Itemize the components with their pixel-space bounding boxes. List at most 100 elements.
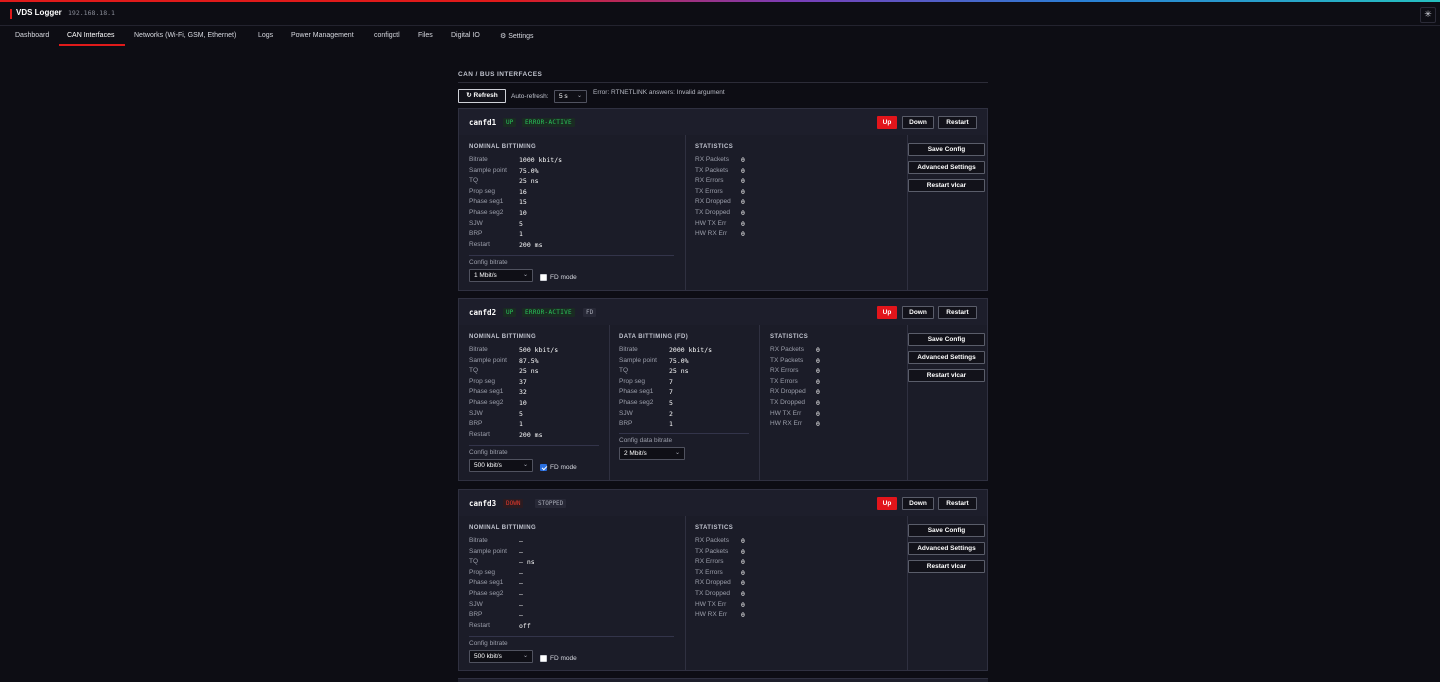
save-config-button[interactable]: Save Config	[908, 143, 985, 156]
tab-files[interactable]: Files	[418, 32, 433, 39]
save-config-button[interactable]: Save Config	[908, 333, 985, 346]
down-button[interactable]: Down	[902, 116, 934, 129]
param-label: Prop seg	[469, 187, 496, 195]
stat-label: HW RX Err	[770, 420, 803, 428]
stat-label: RX Packets	[770, 346, 804, 353]
fd-mode-label: FD mode	[550, 655, 577, 662]
tab-configctl[interactable]: configctl	[374, 32, 400, 39]
stat-label: RX Errors	[770, 367, 799, 375]
restart-button[interactable]: Restart	[938, 497, 977, 510]
stat-value: 0	[741, 600, 745, 609]
stat-value: 0	[741, 187, 745, 196]
param-label: BRP	[469, 230, 483, 238]
stat-row: RX Dropped 0	[695, 579, 815, 590]
restart-vlcar-button[interactable]: Restart vlcar	[908, 179, 985, 192]
config-data-bitrate-select[interactable]: 2 Mbit/s ⌄	[619, 447, 685, 460]
stat-label: TX Dropped	[695, 208, 731, 216]
stat-value: 0	[816, 420, 820, 429]
autorefresh-select[interactable]: 5 s ⌄	[554, 90, 587, 103]
param-row: TQ 25 ns	[469, 177, 669, 188]
tab-can-interfaces[interactable]: CAN Interfaces	[67, 32, 114, 39]
tab-dashboard[interactable]: Dashboard	[15, 32, 49, 39]
stat-label: HW TX Err	[695, 219, 727, 227]
config-bitrate-select[interactable]: 500 kbit/s ⌄	[469, 650, 533, 663]
param-value: 10	[519, 398, 527, 407]
advanced-settings-button[interactable]: Advanced Settings	[908, 542, 985, 555]
param-label: Sample point	[469, 166, 507, 174]
stat-row: TX Packets 0	[695, 548, 815, 559]
chevron-down-icon: ⌄	[576, 93, 582, 99]
statistics-heading: STATISTICS	[770, 334, 809, 340]
stat-row: RX Packets 0	[770, 346, 880, 357]
restart-vlcar-button[interactable]: Restart vlcar	[908, 369, 985, 382]
param-value: 5	[519, 409, 523, 418]
param-label: TQ	[469, 367, 479, 375]
fd-mode-checkbox[interactable]	[540, 464, 547, 471]
fd-mode-checkbox[interactable]	[540, 655, 547, 662]
param-label: Phase seg1	[469, 579, 504, 587]
section-title: CAN / BUS INTERFACES	[458, 71, 543, 78]
config-bitrate-select[interactable]: 500 kbit/s ⌄	[469, 459, 533, 472]
save-config-button[interactable]: Save Config	[908, 524, 985, 537]
tab-settings[interactable]: ⚙ Settings	[500, 32, 534, 40]
column-divider	[609, 325, 610, 480]
param-value: 37	[519, 377, 527, 386]
stat-value: 0	[816, 388, 820, 397]
tab-networks[interactable]: Networks (Wi-Fi, GSM, Ethernet)	[134, 32, 236, 39]
param-row: TQ 25 ns	[619, 367, 749, 378]
autorefresh-label: Auto-refresh:	[511, 93, 549, 100]
chevron-down-icon: ⌄	[522, 653, 528, 659]
config-data-bitrate-value: 2 Mbit/s	[624, 450, 647, 457]
fd-mode-checkbox[interactable]	[540, 274, 547, 281]
restart-button[interactable]: Restart	[938, 306, 977, 319]
config-divider	[469, 445, 599, 446]
column-divider	[685, 135, 686, 290]
next-card-edge	[458, 678, 988, 682]
param-value: —	[519, 600, 523, 609]
param-value: —	[519, 611, 523, 620]
stat-value: 0	[741, 558, 745, 567]
restart-button[interactable]: Restart	[938, 116, 977, 129]
restart-vlcar-button[interactable]: Restart vlcar	[908, 560, 985, 573]
param-value: 500 kbit/s	[519, 346, 559, 354]
stat-value: 0	[816, 367, 820, 376]
chevron-down-icon: ⌄	[674, 450, 680, 456]
tab-logs[interactable]: Logs	[258, 32, 273, 39]
stat-value: 0	[741, 177, 745, 186]
param-value: — ns	[519, 558, 535, 567]
stat-value: 0	[741, 166, 745, 175]
stat-row: TX Dropped 0	[770, 399, 880, 410]
tab-power-management[interactable]: Power Management	[291, 32, 354, 39]
column-divider	[685, 516, 686, 670]
param-label: Bitrate	[469, 156, 488, 163]
asterisk-icon[interactable]: ✳	[1420, 7, 1436, 23]
stat-label: TX Errors	[695, 187, 723, 195]
param-value: 1	[519, 420, 523, 429]
advanced-settings-button[interactable]: Advanced Settings	[908, 161, 985, 174]
stat-label: RX Dropped	[770, 388, 806, 396]
refresh-button[interactable]: ↻ Refresh	[458, 89, 506, 103]
nominal-bittiming-list: Bitrate — Sample point — TQ — ns Prop seg — …	[469, 537, 669, 632]
down-button[interactable]: Down	[902, 497, 934, 510]
stat-row: TX Packets 0	[770, 357, 880, 368]
stat-row: RX Errors 0	[770, 367, 880, 378]
param-value: 1	[519, 230, 523, 239]
up-button[interactable]: Up	[877, 116, 897, 129]
param-value: 25 ns	[519, 367, 539, 376]
config-bitrate-select[interactable]: 1 Mbit/s ⌄	[469, 269, 533, 282]
stat-value: 0	[741, 230, 745, 239]
stat-value: 0	[741, 219, 745, 228]
up-button[interactable]: Up	[877, 497, 897, 510]
card-actions: Save Config Advanced Settings Restart vl…	[907, 325, 987, 480]
param-row: TQ 25 ns	[469, 367, 599, 378]
tab-digital-io[interactable]: Digital IO	[451, 32, 480, 39]
statistics-heading: STATISTICS	[695, 144, 734, 150]
advanced-settings-button[interactable]: Advanced Settings	[908, 351, 985, 364]
down-button[interactable]: Down	[902, 306, 934, 319]
param-label: SJW	[469, 600, 483, 608]
card-header: canfd3 DOWN STOPPED Up Down Restart	[459, 490, 987, 517]
up-button[interactable]: Up	[877, 306, 897, 319]
param-value: 25 ns	[669, 367, 689, 376]
status-badge-fd: FD	[583, 308, 597, 317]
param-label: Phase seg2	[469, 589, 504, 597]
